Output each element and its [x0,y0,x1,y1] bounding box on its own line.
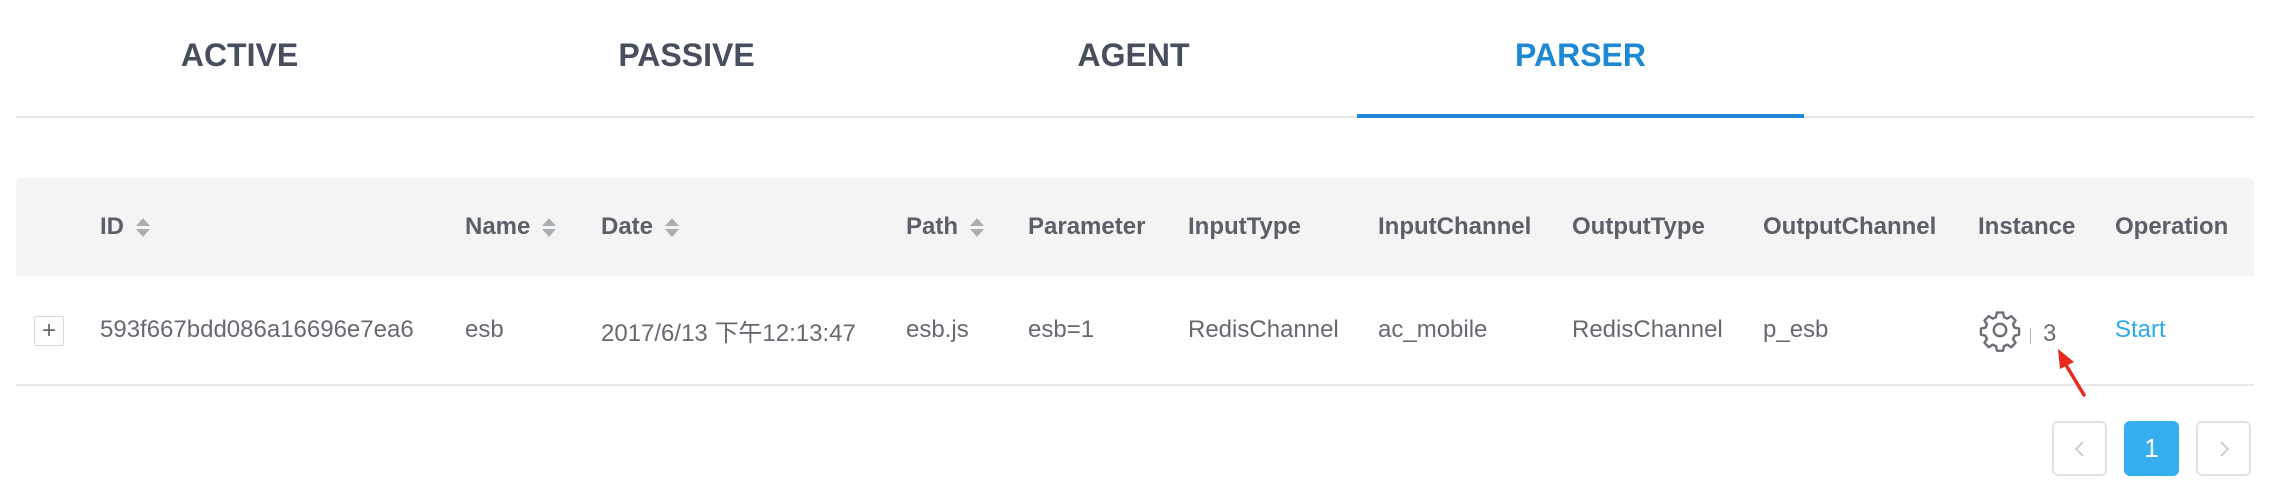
cell-name: esb [465,316,504,343]
sort-icon[interactable] [665,217,680,237]
column-header-input-type: InputType [1188,213,1301,240]
sort-icon[interactable] [136,217,150,237]
cell-input-type: RedisChannel [1188,316,1339,343]
start-link[interactable]: Start [2115,316,2166,344]
column-header-instance: Instance [1978,213,2076,240]
active-tab-indicator [1357,114,1804,118]
tab-active[interactable]: ACTIVE [16,0,463,118]
expand-row-button[interactable]: + [34,316,64,346]
cell-instance: 3 [1978,276,2056,384]
column-header-name[interactable]: Name [465,178,557,276]
pagination-prev-button[interactable] [2052,421,2107,476]
tab-agent[interactable]: AGENT [910,0,1357,118]
tab-passive[interactable]: PASSIVE [463,0,910,118]
pagination-next-button[interactable] [2196,421,2251,476]
column-header-label: Name [465,213,531,240]
tab-bar: ACTIVE PASSIVE AGENT PARSER [16,0,2254,118]
column-header-operation: Operation [2115,213,2229,240]
pagination-page-1[interactable]: 1 [2124,421,2179,476]
sort-icon[interactable] [542,217,557,237]
gear-icon[interactable] [1978,308,2022,352]
column-header-label: ID [100,213,124,240]
instance-count: 3 [2043,320,2057,347]
column-header-id[interactable]: ID [100,178,150,276]
cell-output-type: RedisChannel [1572,316,1723,343]
column-header-date[interactable]: Date [601,178,680,276]
column-header-label: Date [601,213,654,240]
column-header-input-channel: InputChannel [1378,213,1532,240]
column-header-output-type: OutputType [1572,213,1705,240]
sort-icon[interactable] [970,217,985,237]
cell-input-channel: ac_mobile [1378,316,1488,343]
chevron-right-icon [2219,440,2229,457]
cell-date: 2017/6/13 下午12:13:47 [601,319,856,347]
parser-table: ID Name Date Path Parameter InputType In… [16,178,2254,386]
column-header-label: Path [906,213,959,240]
cell-output-channel: p_esb [1763,316,1829,343]
cell-parameter: esb=1 [1028,316,1095,343]
table-row: + 593f667bdd086a16696e7ea6 esb 2017/6/13… [16,276,2254,386]
cell-path: esb.js [906,316,969,343]
column-header-parameter: Parameter [1028,213,1146,240]
instance-separator [2030,328,2031,344]
annotation-arrow-icon [2058,349,2086,397]
chevron-left-icon [2074,440,2084,457]
table-header: ID Name Date Path Parameter InputType In… [16,178,2254,276]
cell-id: 593f667bdd086a16696e7ea6 [100,316,414,343]
cell-operation: Start [2115,276,2166,384]
tab-parser[interactable]: PARSER [1357,0,1804,118]
column-header-output-channel: OutputChannel [1763,213,1937,240]
column-header-path[interactable]: Path [906,178,985,276]
